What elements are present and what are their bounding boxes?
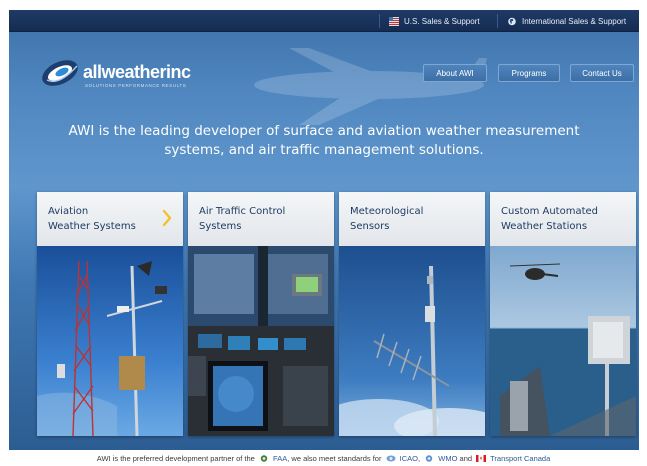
card-header: Meteorological Sensors bbox=[339, 192, 485, 246]
page-headline: AWI is the leading developer of surface … bbox=[68, 123, 580, 158]
card-title: Meteorological Sensors bbox=[350, 206, 424, 232]
contact-us-button[interactable]: Contact Us bbox=[570, 64, 634, 82]
card-title: Air Traffic Control Systems bbox=[199, 206, 286, 232]
logo-tagline: SOLUTIONS PERFORMANCE RESULTS bbox=[85, 83, 187, 88]
wmo-link[interactable]: WMO bbox=[438, 454, 457, 463]
logo-wordmark: allweatherinc bbox=[83, 62, 191, 82]
footer-and: and bbox=[459, 454, 473, 463]
chevron-right-icon bbox=[162, 209, 172, 227]
card-header: Custom Automated Weather Stations bbox=[490, 192, 636, 246]
icao-link[interactable]: ICAO bbox=[400, 454, 418, 463]
awi-logo-icon bbox=[42, 60, 78, 86]
card-air-traffic-control-systems[interactable]: Air Traffic Control Systems bbox=[188, 192, 334, 436]
card-custom-automated-weather-stations[interactable]: Custom Automated Weather Stations bbox=[490, 192, 636, 436]
awi-logo[interactable]: allweatherinc SOLUTIONS PERFORMANCE RESU… bbox=[39, 54, 199, 94]
top-bar-separator bbox=[379, 14, 380, 28]
top-bar-separator bbox=[497, 14, 498, 28]
icao-icon bbox=[386, 455, 396, 462]
card-title: Custom Automated Weather Stations bbox=[501, 206, 598, 232]
offshore-weather-station-image bbox=[490, 246, 636, 436]
control-tower-room-image bbox=[188, 246, 334, 436]
faa-icon bbox=[260, 455, 268, 462]
card-header: Air Traffic Control Systems bbox=[188, 192, 334, 246]
card-meteorological-sensors[interactable]: Meteorological Sensors bbox=[339, 192, 485, 436]
card-header: Aviation Weather Systems bbox=[37, 192, 183, 246]
card-aviation-weather-systems[interactable]: Aviation Weather Systems bbox=[37, 192, 183, 436]
footer-middle: , we also meet standards for bbox=[287, 454, 382, 463]
us-sales-label: U.S. Sales & Support bbox=[404, 16, 480, 26]
page-frame: U.S. Sales & Support International Sales… bbox=[9, 10, 639, 450]
faa-link[interactable]: FAA bbox=[273, 454, 287, 463]
footer-comma: , bbox=[417, 454, 421, 463]
transport-canada-link[interactable]: Transport Canada bbox=[490, 454, 550, 463]
us-flag-icon bbox=[389, 16, 399, 26]
footer-partners-text: AWI is the preferred development partner… bbox=[0, 454, 647, 466]
canada-flag-icon bbox=[476, 455, 487, 462]
meteorological-sensor-mast-image bbox=[339, 246, 485, 436]
programs-button[interactable]: Programs bbox=[498, 64, 560, 82]
airplane-background-image bbox=[254, 48, 487, 125]
about-awi-button[interactable]: About AWI bbox=[423, 64, 487, 82]
international-sales-label: International Sales & Support bbox=[522, 16, 627, 26]
card-title: Aviation Weather Systems bbox=[48, 206, 136, 232]
wmo-icon bbox=[425, 455, 433, 462]
globe-icon bbox=[508, 17, 516, 25]
international-sales-link[interactable]: International Sales & Support bbox=[507, 14, 626, 28]
aviation-weather-tower-image bbox=[37, 246, 183, 436]
top-bar: U.S. Sales & Support International Sales… bbox=[9, 10, 639, 32]
footer-prefix: AWI is the preferred development partner… bbox=[96, 454, 255, 463]
us-sales-link[interactable]: U.S. Sales & Support bbox=[389, 14, 480, 28]
